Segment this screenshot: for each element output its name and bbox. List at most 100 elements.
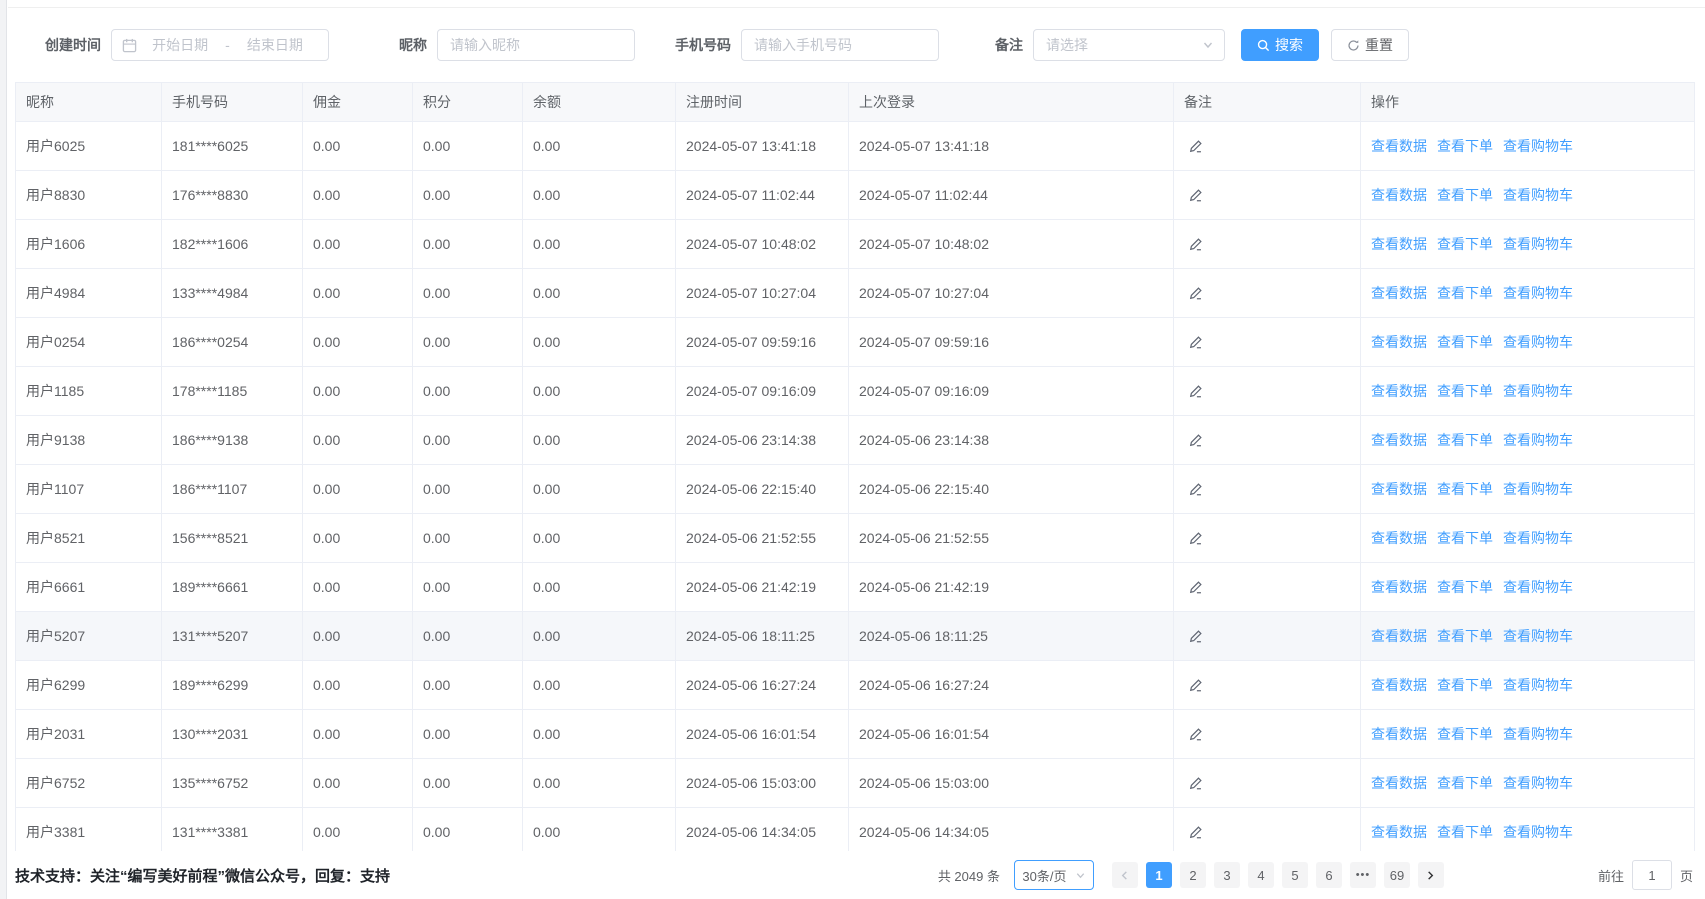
edit-remark-icon[interactable] [1188, 139, 1203, 154]
view-cart-link[interactable]: 查看购物车 [1503, 285, 1573, 301]
more-pages-button[interactable]: ••• [1350, 862, 1376, 888]
cell-commission: 0.00 [303, 710, 413, 759]
view-orders-link[interactable]: 查看下单 [1437, 383, 1493, 399]
view-cart-link[interactable]: 查看购物车 [1503, 677, 1573, 693]
filter-bar: 创建时间 开始日期 - 结束日期 昵称 手机号码 备注 请选择 搜索 重置 [8, 8, 1705, 82]
search-button[interactable]: 搜索 [1241, 29, 1319, 61]
edit-remark-icon[interactable] [1188, 776, 1203, 791]
edit-remark-icon[interactable] [1188, 580, 1203, 595]
page-size-select[interactable]: 30条/页 [1014, 860, 1094, 890]
remark-select[interactable]: 请选择 [1033, 29, 1225, 61]
view-cart-link[interactable]: 查看购物车 [1503, 775, 1573, 791]
prev-page-button[interactable] [1112, 862, 1138, 888]
page-button-1[interactable]: 1 [1146, 862, 1172, 888]
goto-page-input[interactable] [1632, 860, 1672, 890]
view-orders-link[interactable]: 查看下单 [1437, 530, 1493, 546]
view-data-link[interactable]: 查看数据 [1371, 824, 1427, 840]
view-data-link[interactable]: 查看数据 [1371, 285, 1427, 301]
edit-remark-icon[interactable] [1188, 727, 1203, 742]
edit-remark-icon[interactable] [1188, 384, 1203, 399]
view-cart-link[interactable]: 查看购物车 [1503, 138, 1573, 154]
view-data-link[interactable]: 查看数据 [1371, 481, 1427, 497]
page-button-5[interactable]: 5 [1282, 862, 1308, 888]
edit-remark-icon[interactable] [1188, 825, 1203, 840]
view-data-link[interactable]: 查看数据 [1371, 530, 1427, 546]
start-date-placeholder[interactable]: 开始日期 [137, 35, 223, 55]
cell-commission: 0.00 [303, 759, 413, 808]
view-cart-link[interactable]: 查看购物车 [1503, 236, 1573, 252]
view-data-link[interactable]: 查看数据 [1371, 187, 1427, 203]
view-cart-link[interactable]: 查看购物车 [1503, 383, 1573, 399]
col-header-balance: 余额 [523, 83, 676, 122]
page-button-6[interactable]: 6 [1316, 862, 1342, 888]
page-left-edge [0, 0, 7, 899]
cell-actions: 查看数据查看下单查看购物车 [1361, 220, 1695, 269]
edit-remark-icon[interactable] [1188, 629, 1203, 644]
view-orders-link[interactable]: 查看下单 [1437, 334, 1493, 350]
view-cart-link[interactable]: 查看购物车 [1503, 334, 1573, 350]
view-cart-link[interactable]: 查看购物车 [1503, 432, 1573, 448]
cell-commission: 0.00 [303, 416, 413, 465]
page-size-value: 30条/页 [1022, 866, 1066, 885]
view-cart-link[interactable]: 查看购物车 [1503, 481, 1573, 497]
view-data-link[interactable]: 查看数据 [1371, 726, 1427, 742]
view-cart-link[interactable]: 查看购物车 [1503, 628, 1573, 644]
view-data-link[interactable]: 查看数据 [1371, 334, 1427, 350]
view-orders-link[interactable]: 查看下单 [1437, 138, 1493, 154]
view-data-link[interactable]: 查看数据 [1371, 432, 1427, 448]
cell-remark [1174, 710, 1361, 759]
nickname-input[interactable] [437, 29, 635, 61]
edit-remark-icon[interactable] [1188, 188, 1203, 203]
view-data-link[interactable]: 查看数据 [1371, 236, 1427, 252]
edit-remark-icon[interactable] [1188, 678, 1203, 693]
view-cart-link[interactable]: 查看购物车 [1503, 530, 1573, 546]
view-orders-link[interactable]: 查看下单 [1437, 579, 1493, 595]
edit-remark-icon[interactable] [1188, 482, 1203, 497]
cell-register-time: 2024-05-06 15:03:00 [676, 759, 849, 808]
view-orders-link[interactable]: 查看下单 [1437, 775, 1493, 791]
reset-button[interactable]: 重置 [1331, 29, 1409, 61]
view-data-link[interactable]: 查看数据 [1371, 138, 1427, 154]
view-data-link[interactable]: 查看数据 [1371, 628, 1427, 644]
view-data-link[interactable]: 查看数据 [1371, 383, 1427, 399]
cell-balance: 0.00 [523, 612, 676, 661]
cell-register-time: 2024-05-06 14:34:05 [676, 808, 849, 857]
view-orders-link[interactable]: 查看下单 [1437, 481, 1493, 497]
edit-remark-icon[interactable] [1188, 433, 1203, 448]
view-cart-link[interactable]: 查看购物车 [1503, 579, 1573, 595]
view-orders-link[interactable]: 查看下单 [1437, 432, 1493, 448]
view-data-link[interactable]: 查看数据 [1371, 579, 1427, 595]
edit-remark-icon[interactable] [1188, 237, 1203, 252]
view-orders-link[interactable]: 查看下单 [1437, 187, 1493, 203]
view-orders-link[interactable]: 查看下单 [1437, 677, 1493, 693]
view-orders-link[interactable]: 查看下单 [1437, 628, 1493, 644]
next-page-button[interactable] [1418, 862, 1444, 888]
view-data-link[interactable]: 查看数据 [1371, 775, 1427, 791]
cell-balance: 0.00 [523, 465, 676, 514]
view-orders-link[interactable]: 查看下单 [1437, 824, 1493, 840]
cell-nickname: 用户6299 [16, 661, 162, 710]
phone-label: 手机号码 [675, 35, 731, 55]
view-orders-link[interactable]: 查看下单 [1437, 236, 1493, 252]
edit-remark-icon[interactable] [1188, 286, 1203, 301]
page-button-4[interactable]: 4 [1248, 862, 1274, 888]
phone-input[interactable] [741, 29, 939, 61]
end-date-placeholder[interactable]: 结束日期 [232, 35, 318, 55]
view-cart-link[interactable]: 查看购物车 [1503, 824, 1573, 840]
view-orders-link[interactable]: 查看下单 [1437, 726, 1493, 742]
page-button-69[interactable]: 69 [1384, 862, 1410, 888]
col-header-last-login: 上次登录 [849, 83, 1174, 122]
view-orders-link[interactable]: 查看下单 [1437, 285, 1493, 301]
cell-balance: 0.00 [523, 367, 676, 416]
date-range-picker[interactable]: 开始日期 - 结束日期 [111, 29, 329, 61]
cell-nickname: 用户6661 [16, 563, 162, 612]
cell-phone: 181****6025 [162, 122, 303, 171]
page-button-2[interactable]: 2 [1180, 862, 1206, 888]
cell-actions: 查看数据查看下单查看购物车 [1361, 514, 1695, 563]
edit-remark-icon[interactable] [1188, 335, 1203, 350]
edit-remark-icon[interactable] [1188, 531, 1203, 546]
page-button-3[interactable]: 3 [1214, 862, 1240, 888]
view-data-link[interactable]: 查看数据 [1371, 677, 1427, 693]
view-cart-link[interactable]: 查看购物车 [1503, 187, 1573, 203]
view-cart-link[interactable]: 查看购物车 [1503, 726, 1573, 742]
